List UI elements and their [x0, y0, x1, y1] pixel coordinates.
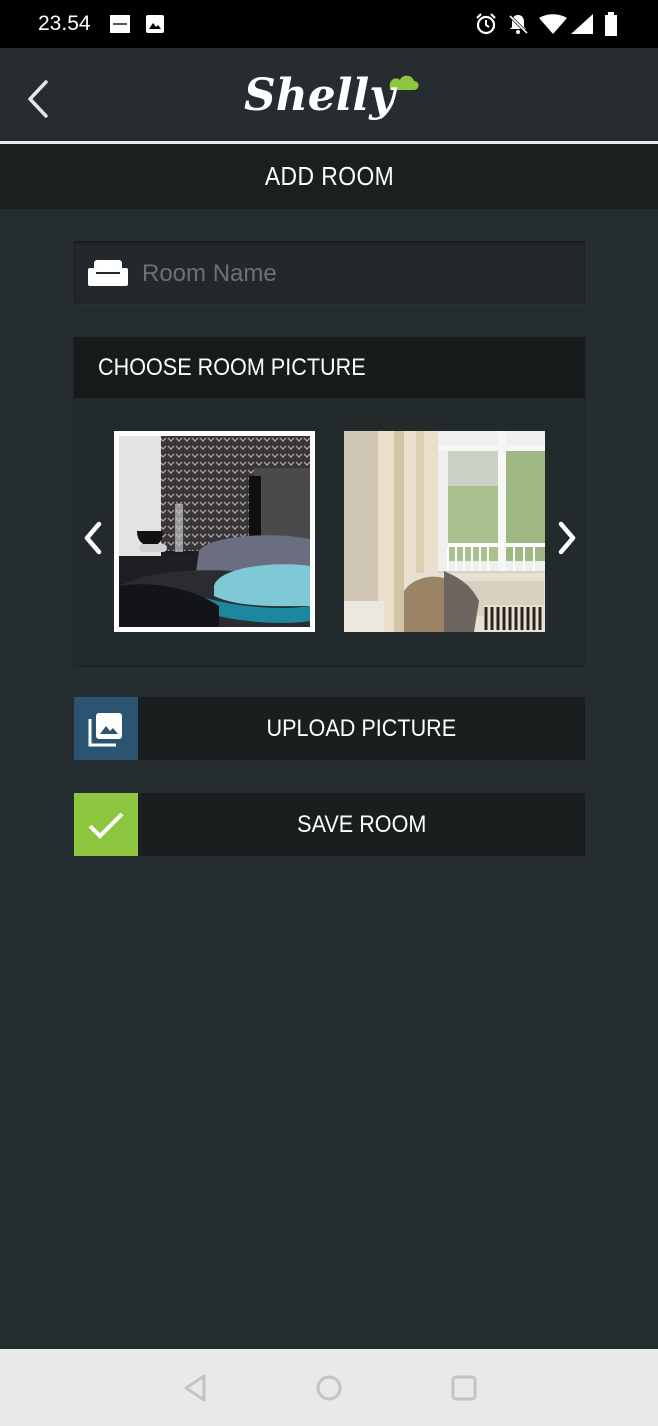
- save-room-label: SAVE ROOM: [296, 810, 427, 838]
- page-title: ADD ROOM: [264, 161, 394, 191]
- photo-library-icon: [88, 712, 122, 746]
- room-picture-chooser: CHOOSE ROOM PICTURE: [74, 337, 585, 665]
- chevron-left-icon: [84, 521, 102, 555]
- system-nav-bar: [0, 1349, 658, 1426]
- room-picture-living-room[interactable]: [344, 431, 545, 632]
- status-bar: 23.54: [0, 0, 658, 48]
- shelly-logo: Shelly: [240, 66, 420, 128]
- home-circle-icon: [316, 1375, 342, 1401]
- chevron-right-icon: [558, 521, 576, 555]
- nav-home-button[interactable]: [312, 1371, 346, 1405]
- save-room-label-wrap: SAVE ROOM: [138, 793, 585, 856]
- wifi-icon: [539, 14, 567, 34]
- bedroom-image: [119, 436, 310, 627]
- living-room-image: [344, 431, 545, 632]
- check-icon: [88, 812, 124, 839]
- back-triangle-icon: [184, 1374, 206, 1402]
- upload-picture-label-wrap: UPLOAD PICTURE: [138, 697, 585, 760]
- previous-picture-button[interactable]: [80, 518, 108, 558]
- recents-square-icon: [451, 1375, 477, 1401]
- page-title-bar: ADD ROOM: [0, 144, 658, 209]
- logo-text: Shelly: [244, 70, 398, 121]
- room-picture-bedroom[interactable]: [114, 431, 315, 632]
- room-name-input[interactable]: [140, 241, 574, 306]
- notifications-off-icon: [507, 13, 529, 35]
- picture-chooser-header: CHOOSE ROOM PICTURE: [74, 337, 585, 398]
- save-room-button[interactable]: SAVE ROOM: [74, 793, 585, 856]
- cell-signal-icon: [571, 14, 593, 34]
- upload-picture-button[interactable]: UPLOAD PICTURE: [74, 697, 585, 760]
- room-name-field[interactable]: [74, 241, 585, 306]
- sonos-notification-icon: [110, 15, 130, 33]
- battery-icon: [605, 12, 617, 36]
- sofa-icon: [88, 260, 128, 286]
- nav-recents-button[interactable]: [447, 1371, 481, 1405]
- alarm-icon: [476, 13, 496, 35]
- nav-back-button[interactable]: [180, 1371, 214, 1405]
- status-time: 23.54: [38, 12, 91, 35]
- upload-picture-label: UPLOAD PICTURE: [266, 714, 457, 742]
- back-button[interactable]: [22, 74, 58, 122]
- chevron-left-icon: [28, 80, 48, 118]
- save-icon-box: [74, 793, 138, 856]
- image-notification-icon: [146, 15, 164, 33]
- picture-chooser-title: CHOOSE ROOM PICTURE: [98, 353, 366, 381]
- upload-icon-box: [74, 697, 138, 760]
- next-picture-button[interactable]: [552, 518, 580, 558]
